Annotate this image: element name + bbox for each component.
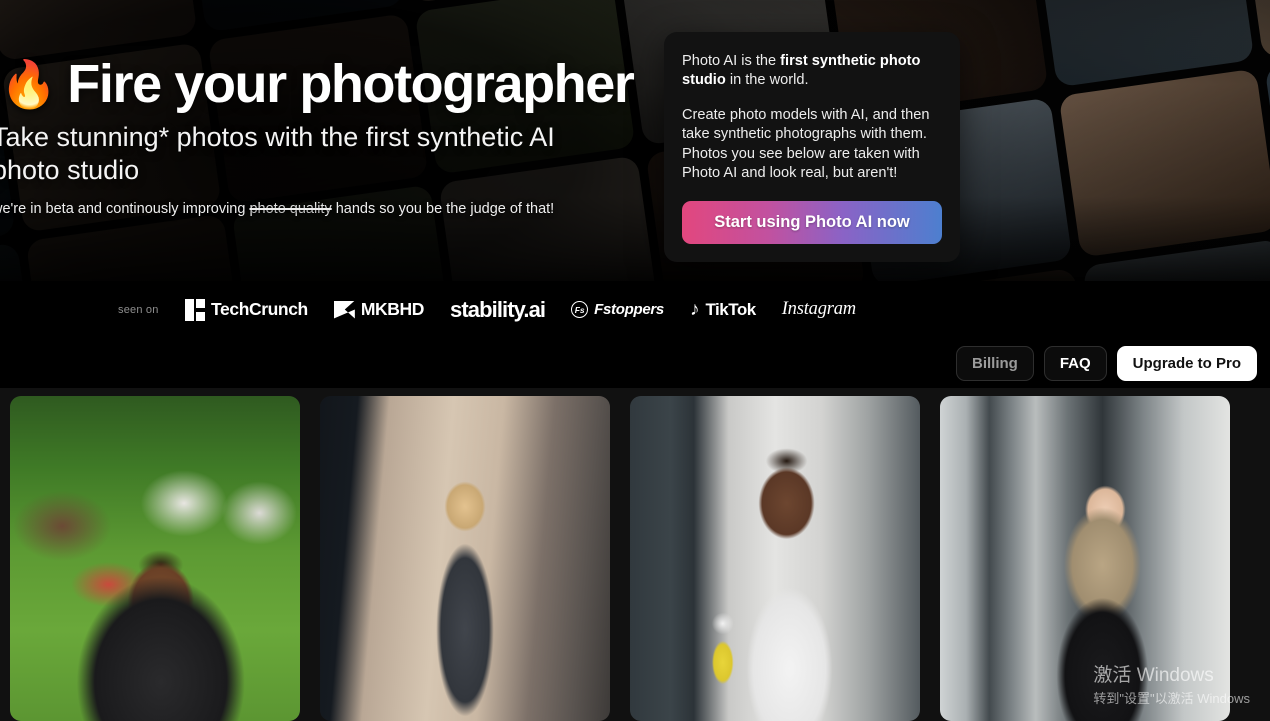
hero-section: 🔥 Fire your photographer Take stunning* … [0,0,1270,281]
info-card-paragraph-2: Create photo models with AI, and then ta… [682,106,930,182]
fstoppers-logo: Fs Fstoppers [571,301,664,318]
photo-card-man-tee[interactable] [630,396,920,721]
hero-subheadline: Take stunning* photos with the first syn… [0,121,555,185]
tiktok-icon: ♪ [689,299,700,320]
fire-emoji: 🔥 [0,58,58,111]
photo-gallery [0,388,1270,721]
mkbhd-logo: MKBHD [333,299,425,320]
techcrunch-label: TechCrunch [211,299,308,319]
beta-note-struck: photo quality [249,200,332,217]
seen-on-label: seen on [118,303,159,316]
beta-note-suffix: hands so you be the judge of that! [331,200,555,217]
tiktok-label: TikTok [705,299,756,319]
info-card: Photo AI is the first synthetic photo st… [664,32,960,263]
photo-image-woman-black [940,396,1230,721]
top-navigation-bar: Billing FAQ Upgrade to Pro [0,338,1270,388]
photo-image-man-park [10,396,300,721]
billing-button[interactable]: Billing [955,345,1034,381]
stability-ai-label: stability.ai [449,296,546,322]
hero-beta-note: we're in beta and continously improving … [0,201,672,217]
fstoppers-label: Fstoppers [594,301,664,318]
hero-copy: 🔥 Fire your photographer Take stunning* … [0,56,672,217]
instagram-logo: Instagram [782,299,856,320]
photo-card-man-park[interactable] [10,396,300,721]
tiktok-logo: ♪ TikTok [690,300,756,320]
beta-note-prefix: we're in beta and continously improving [0,200,250,217]
hero-headline: Fire your photographer [67,54,635,114]
faq-button[interactable]: FAQ [1043,345,1107,381]
mkbhd-icon [333,300,355,319]
info-p1-b: in the world. [725,72,809,89]
instagram-label: Instagram [781,299,856,319]
start-using-photo-ai-button[interactable]: Start using Photo AI now [682,201,942,245]
photo-card-woman-black[interactable] [940,396,1230,721]
press-logo-strip: seen on TechCrunch MKBHD stability.ai Fs… [0,281,1270,338]
mkbhd-label: MKBHD [360,299,425,319]
upgrade-to-pro-button[interactable]: Upgrade to Pro [1116,345,1257,381]
photo-image-woman-coat [320,396,610,721]
photo-card-woman-coat[interactable] [320,396,610,721]
info-card-paragraph-1: Photo AI is the first synthetic photo st… [682,52,942,91]
stability-ai-logo: stability.ai [449,296,546,323]
fstoppers-icon: Fs [571,301,589,318]
techcrunch-logo: TechCrunch [184,298,308,321]
info-p1-a: Photo AI is the [682,53,781,69]
techcrunch-icon [184,298,206,321]
photo-image-man-tee [630,396,920,721]
